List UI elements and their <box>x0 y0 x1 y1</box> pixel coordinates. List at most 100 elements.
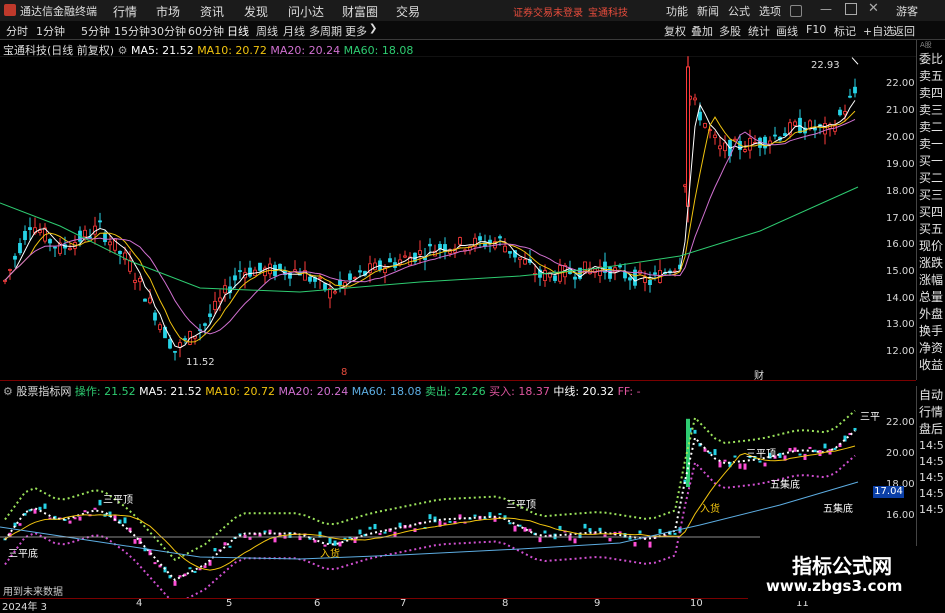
tab-multi-period[interactable]: 多周期 <box>309 23 342 39</box>
y-tick: 12.00 <box>886 346 915 357</box>
pattern-label: 三平顶 <box>746 449 776 460</box>
sidebar-badge: A股 <box>920 41 932 49</box>
menu-news-right[interactable]: 新闻 <box>697 3 719 19</box>
sidebar-item[interactable]: 卖三 <box>919 101 943 118</box>
indicator-bar <box>428 514 432 520</box>
maximize-icon[interactable] <box>845 3 857 15</box>
sidebar-item[interactable]: 买五 <box>919 220 943 237</box>
candle-body <box>38 230 42 233</box>
sidebar-item[interactable]: 总量 <box>919 288 943 305</box>
tab-60min[interactable]: 60分钟 <box>188 23 224 39</box>
sidebar-item[interactable]: 涨跌 <box>919 254 943 271</box>
sidebar-item[interactable]: 换手 <box>919 322 943 339</box>
indicator-bar <box>368 526 372 530</box>
tab-weekly[interactable]: 周线 <box>256 23 278 39</box>
sidebar-item[interactable]: 卖二 <box>919 118 943 135</box>
btn-mark[interactable]: 标记 <box>834 23 856 39</box>
sidebar-item[interactable]: 卖四 <box>919 84 943 101</box>
sidebar-item[interactable]: 买一 <box>919 152 943 169</box>
btn-stats[interactable]: 统计 <box>748 23 770 39</box>
tab-daily[interactable]: 日线 <box>227 23 249 39</box>
x-tick: 10 <box>690 598 703 609</box>
sidebar-item[interactable]: 现价 <box>919 237 943 254</box>
sidebar2-item[interactable]: 行情 <box>919 403 943 420</box>
candle-body <box>233 275 237 281</box>
panel-divider <box>0 380 916 381</box>
indicator-bar <box>693 429 697 434</box>
menu-wealth[interactable]: 财富圈 <box>342 3 378 20</box>
candle-body <box>248 267 252 277</box>
btn-overlay[interactable]: 叠加 <box>691 23 713 39</box>
tab-30min[interactable]: 30分钟 <box>150 23 186 39</box>
menu-formula[interactable]: 公式 <box>728 3 750 19</box>
tab-more[interactable]: 更多 <box>345 23 367 39</box>
candle-body <box>523 259 527 265</box>
tab-1min[interactable]: 1分钟 <box>36 23 65 39</box>
sidebar-item[interactable]: 净资 <box>919 339 943 356</box>
sidebar-item[interactable]: 涨幅 <box>919 271 943 288</box>
menu-market[interactable]: 市场 <box>156 3 180 20</box>
sidebar-item[interactable]: 卖一 <box>919 135 943 152</box>
candle-body <box>358 270 362 273</box>
btn-add-watch[interactable]: +自选 <box>863 23 894 39</box>
pattern-label: 五集底 <box>823 504 853 515</box>
window-icon[interactable] <box>790 5 802 17</box>
menu-trade[interactable]: 交易 <box>396 3 420 20</box>
sidebar-item[interactable]: 外盘 <box>919 305 943 322</box>
y-tick: 14.00 <box>886 293 915 304</box>
menu-ask[interactable]: 问小达 <box>288 3 324 20</box>
indicator-bar <box>133 539 137 544</box>
btn-draw[interactable]: 画线 <box>776 23 798 39</box>
sidebar-item[interactable]: 买四 <box>919 203 943 220</box>
price-tag: 17.04 <box>873 486 904 498</box>
minimize-icon[interactable]: — <box>820 2 832 16</box>
candle-body <box>23 230 27 241</box>
indicator-bar <box>68 520 72 524</box>
candle-body <box>158 324 162 330</box>
candle-body <box>838 109 842 116</box>
y-tick: 22.00 <box>886 78 915 89</box>
indicator-bar <box>78 516 82 521</box>
btn-back[interactable]: 返回 <box>893 23 915 39</box>
indicator-bar <box>813 449 817 453</box>
tab-15min[interactable]: 15分钟 <box>114 23 150 39</box>
tab-monthly[interactable]: 月线 <box>283 23 305 39</box>
kline-chart[interactable] <box>0 56 916 380</box>
login-warning[interactable]: 证券交易未登录 <box>513 4 583 19</box>
candle-body <box>498 236 502 239</box>
pattern-label: 三平顶 <box>103 495 133 506</box>
sidebar-item[interactable]: 卖五 <box>919 67 943 84</box>
x-tick: 2024年 3 <box>2 602 47 613</box>
sidebar2-item[interactable]: 自动 <box>919 386 943 403</box>
stock-name: 宝通科技 <box>588 8 628 19</box>
event-marker[interactable]: 8 <box>341 367 347 378</box>
indicator-bar <box>723 459 727 462</box>
btn-multi-stock[interactable]: 多股 <box>719 23 741 39</box>
candle-body <box>438 243 442 249</box>
sidebar-item[interactable]: 买三 <box>919 186 943 203</box>
guest-label[interactable]: 游客 <box>896 3 918 19</box>
candle-body <box>293 269 297 272</box>
menu-options[interactable]: 选项 <box>759 3 781 19</box>
y-tick: 17.00 <box>886 213 915 224</box>
menu-function[interactable]: 功能 <box>666 3 688 19</box>
pattern-label: 三平 <box>860 412 880 423</box>
menu-quotes[interactable]: 行情 <box>113 3 137 20</box>
menu-discover[interactable]: 发现 <box>244 3 268 20</box>
sidebar-item[interactable]: 委比 <box>919 50 943 67</box>
btn-f10[interactable]: F10 <box>806 23 826 36</box>
sidebar-item[interactable]: 收益 <box>919 356 943 373</box>
indicator-bar <box>853 427 857 431</box>
indicator-bar <box>598 527 602 532</box>
tab-timeshare[interactable]: 分时 <box>6 23 28 39</box>
chevron-right-icon[interactable]: ❯ <box>369 23 377 34</box>
tab-5min[interactable]: 5分钟 <box>81 23 110 39</box>
sidebar-item[interactable]: 买二 <box>919 169 943 186</box>
indicator-bar <box>733 455 737 458</box>
close-icon[interactable]: ✕ <box>868 1 879 16</box>
sidebar2-item[interactable]: 盘后 <box>919 420 943 437</box>
indicator-bar <box>328 537 332 544</box>
menu-news[interactable]: 资讯 <box>200 3 224 20</box>
btn-adjust[interactable]: 复权 <box>664 23 686 39</box>
indicator-bar <box>543 530 547 534</box>
